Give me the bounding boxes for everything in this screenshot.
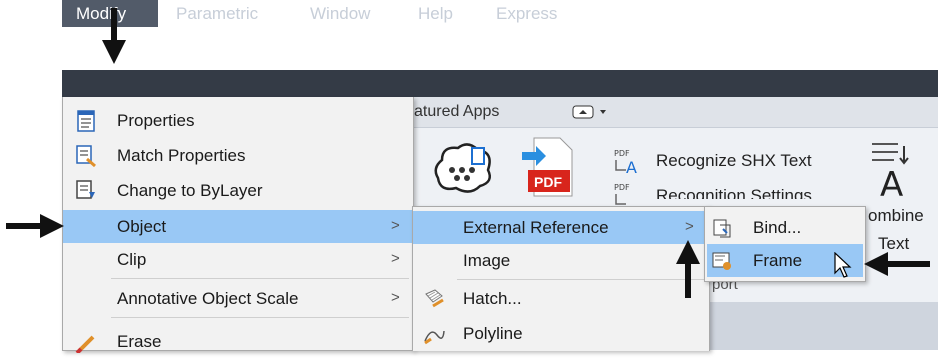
menu-item-bind[interactable]: Bind... (705, 211, 865, 244)
annotation-arrow-down-icon (102, 8, 126, 64)
menu-item-label: Annotative Object Scale (117, 289, 299, 308)
pdf-label: PDF (534, 174, 562, 190)
menu-item-label: Match Properties (117, 146, 246, 165)
menu-item-clip[interactable]: Clip > (63, 243, 413, 276)
properties-icon (77, 110, 95, 132)
submenu-arrow-icon: > (391, 250, 400, 267)
recognition-settings-text[interactable]: Recognition Settings (656, 186, 812, 199)
menu-item-label: Bind... (753, 218, 802, 237)
menu-item-properties[interactable]: Properties (63, 104, 413, 137)
menu-item-label: Erase (117, 332, 162, 351)
menu-separator (111, 317, 409, 318)
menu-item-label: Polyline (463, 324, 523, 343)
svg-text:A: A (880, 165, 903, 200)
annotation-arrow-left-icon (864, 252, 930, 276)
mouse-cursor-icon (834, 252, 852, 278)
pdf-import-button[interactable]: PDF (520, 134, 576, 200)
menu-item-hatch[interactable]: Hatch... (413, 282, 709, 315)
annotation-arrow-up-icon (676, 240, 700, 298)
bind-icon (713, 219, 731, 238)
menu-item-image[interactable]: Image > (413, 244, 709, 277)
combine-text-icon: A (872, 143, 909, 200)
submenu-arrow-icon: > (391, 217, 400, 234)
object-submenu: External Reference > Image > Hatch... Po… (412, 206, 710, 351)
svg-text:A: A (626, 158, 637, 176)
menu-item-label: Change to ByLayer (117, 181, 263, 200)
tab-featured-apps[interactable]: atured Apps (414, 103, 499, 121)
recognition-settings-clip: Recognition Settings (656, 186, 846, 199)
menu-separator (111, 278, 409, 279)
ribbon-tab-strip: atured Apps (412, 97, 938, 128)
cloud-icon[interactable] (428, 138, 498, 200)
frame-icon (712, 252, 731, 270)
recognition-settings-icon: PDF (614, 183, 630, 205)
recognize-shx-text[interactable]: Recognize SHX Text (656, 151, 812, 171)
menu-item-external-reference[interactable]: External Reference > (413, 211, 709, 244)
menu-parametric[interactable]: Parametric (176, 0, 258, 27)
submenu-arrow-icon: > (391, 289, 400, 306)
svg-text:PDF: PDF (614, 183, 630, 192)
match-properties-icon (76, 145, 96, 167)
menu-window[interactable]: Window (310, 0, 370, 27)
menu-item-change-to-bylayer[interactable]: Change to ByLayer (63, 174, 413, 207)
menu-item-label: Hatch... (463, 289, 522, 308)
menu-item-object[interactable]: Object > (63, 210, 413, 243)
combine-text-label-1[interactable]: ombine (868, 206, 924, 226)
menu-item-label: Properties (117, 111, 195, 130)
annotation-arrow-right-icon (6, 214, 64, 238)
polyline-icon (424, 330, 445, 345)
ribbon-toggle-icon[interactable] (572, 104, 612, 120)
menu-item-label: Image (463, 251, 511, 270)
recognize-shx-icon: PDF A (614, 149, 637, 176)
menu-help[interactable]: Help (418, 0, 453, 27)
menu-item-erase[interactable]: Erase (63, 325, 413, 358)
menu-bar (62, 70, 938, 97)
svg-text:PDF: PDF (614, 149, 630, 158)
menu-item-label: Object (117, 217, 167, 236)
modify-menu: Properties Match Properties Change to By… (62, 97, 414, 353)
pdf-icon (522, 137, 573, 197)
menu-separator (457, 279, 705, 280)
menu-item-polyline[interactable]: Polyline (413, 317, 709, 350)
change-bylayer-icon (76, 180, 95, 199)
menu-item-annotative-object-scale[interactable]: Annotative Object Scale > (63, 282, 413, 315)
menu-item-label: Frame (753, 251, 803, 270)
menu-item-label: Clip (117, 250, 147, 269)
submenu-arrow-icon: > (685, 218, 694, 235)
menu-express[interactable]: Express (496, 0, 557, 27)
hatch-icon (425, 289, 444, 308)
menu-item-label: External Reference (463, 218, 609, 237)
menu-item-match-properties[interactable]: Match Properties (63, 139, 413, 172)
